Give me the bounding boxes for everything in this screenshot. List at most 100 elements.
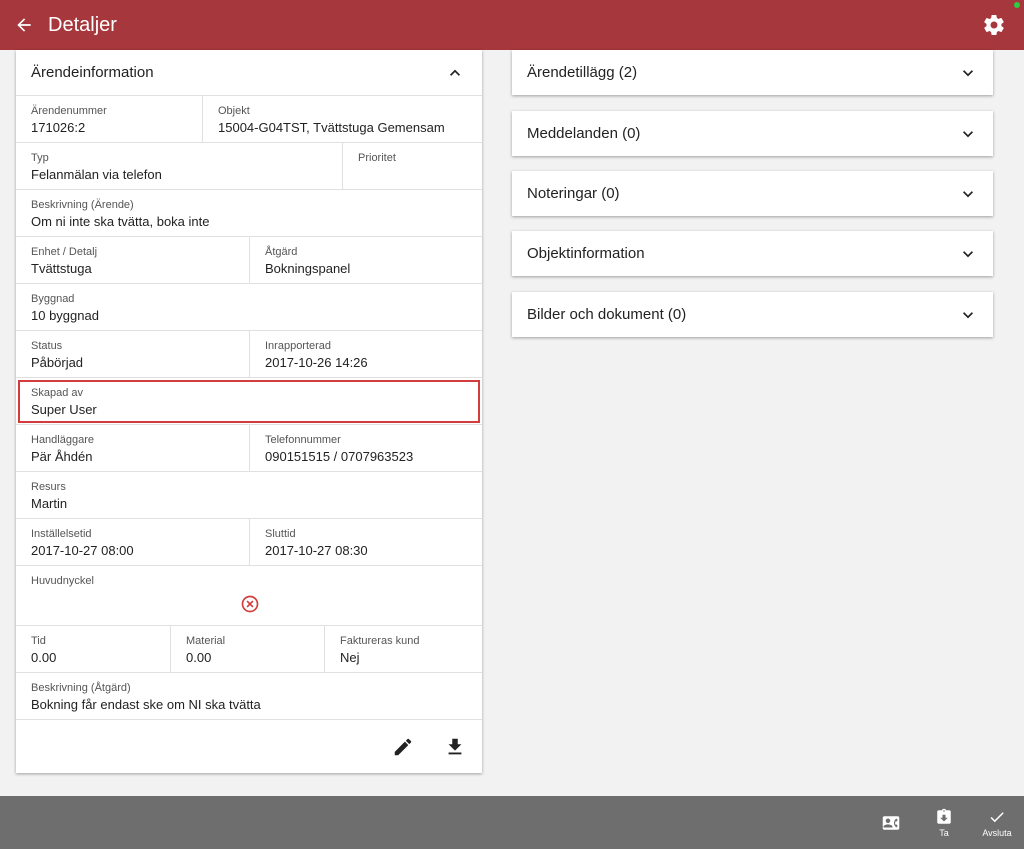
bill-customer-field: Faktureras kund Nej [324,626,482,672]
field-row: Byggnad 10 byggnad [16,284,482,331]
field-value: Felanmälan via telefon [31,167,162,182]
field-label: Handläggare [31,434,94,446]
field-value: Pär Åhdén [31,449,93,464]
phone-field: Telefonnummer 090151515 / 0707963523 [249,425,482,471]
contact-card-icon [882,815,900,830]
description-field: Beskrivning (Ärende) Om ni inte ska tvät… [16,190,482,236]
panel-title: Bilder och dokument (0) [527,306,687,323]
field-value: Martin [31,496,68,511]
chevron-down-icon [963,130,973,137]
field-value: 2017-10-27 08:30 [265,543,368,558]
field-row: Ärendenummer 171026:2 Objekt 15004-G04TS… [16,96,482,143]
field-value: 10 byggnad [31,308,99,323]
field-value: 0.00 [31,650,57,665]
case-info-title: Ärendeinformation [31,64,154,81]
type-field: Typ Felanmälan via telefon [16,143,342,189]
contact-button[interactable] [876,796,906,849]
card-actions [16,721,482,773]
status-field: Status Påbörjad [16,331,249,377]
set-time-field: Inställelsetid 2017-10-27 08:00 [16,519,249,565]
panel-title: Ärendetillägg (2) [527,64,638,81]
panel-messages[interactable]: Meddelanden (0) [512,111,993,156]
field-value: 0.00 [186,650,212,665]
field-label: Skapad av [31,387,83,399]
field-row: Enhet / Detalj Tvättstuga Åtgärd Bokning… [16,237,482,284]
take-label: Ta [939,827,949,838]
cancel-circle-icon [241,595,259,613]
case-info-header[interactable]: Ärendeinformation [16,50,482,96]
chevron-down-icon [963,311,973,318]
panel-case-additions[interactable]: Ärendetillägg (2) [512,50,993,95]
panel-notes[interactable]: Noteringar (0) [512,171,993,216]
action-field: Åtgärd Bokningspanel [249,237,482,283]
app-bar: Detaljer [0,0,1024,50]
time-field: Tid 0.00 [16,626,170,672]
status-indicator [1014,2,1020,8]
field-label: Beskrivning (Åtgärd) [31,682,131,694]
panel-title: Meddelanden (0) [527,125,641,142]
field-row: Handläggare Pär Åhdén Telefonnummer 0901… [16,425,482,472]
field-row: Inställelsetid 2017-10-27 08:00 Sluttid … [16,519,482,566]
field-label: Objekt [218,105,250,117]
field-row: Typ Felanmälan via telefon Prioritet [16,143,482,190]
field-row: Status Påbörjad Inrapporterad 2017-10-26… [16,331,482,378]
end-time-field: Sluttid 2017-10-27 08:30 [249,519,482,565]
download-button[interactable] [442,734,468,760]
field-row: Tid 0.00 Material 0.00 Faktureras kund N… [16,626,482,673]
field-value: Bokning får endast ske om NI ska tvätta [31,697,261,712]
check-icon [990,811,1004,822]
back-button[interactable] [0,0,48,50]
object-field: Objekt 15004-G04TST, Tvättstuga Gemensam [202,96,482,142]
chevron-down-icon [963,250,973,257]
case-info-card: Ärendeinformation Ärendenummer 171026:2 … [16,50,482,773]
field-label: Faktureras kund [340,635,420,647]
page-title: Detaljer [48,13,117,36]
field-value: Tvättstuga [31,261,92,276]
reported-field: Inrapporterad 2017-10-26 14:26 [249,331,482,377]
field-label: Sluttid [265,528,296,540]
panel-images-documents[interactable]: Bilder och dokument (0) [512,292,993,337]
edit-button[interactable] [390,734,416,760]
finish-button[interactable]: Avsluta [977,796,1017,849]
field-label: Inställelsetid [31,528,92,540]
chevron-up-icon[interactable] [443,61,467,85]
field-label: Huvudnyckel [31,575,94,587]
field-value: 090151515 / 0707963523 [265,449,414,464]
settings-button[interactable] [982,13,1006,37]
field-value: Bokningspanel [265,261,351,276]
building-field: Byggnad 10 byggnad [16,284,482,330]
field-label: Typ [31,152,49,164]
case-number-field: Ärendenummer 171026:2 [16,96,202,142]
panel-object-info[interactable]: Objektinformation [512,231,993,276]
take-button[interactable]: Ta [929,796,959,849]
field-value: Om ni inte ska tvätta, boka inte [31,214,210,229]
field-label: Telefonnummer [265,434,341,446]
chevron-down-icon [963,190,973,197]
gear-icon [984,15,1004,36]
panel-title: Noteringar (0) [527,185,620,202]
bottom-action-bar: Ta Avsluta [0,796,1024,849]
field-label: Prioritet [358,152,396,164]
action-description-field: Beskrivning (Åtgärd) Bokning får endast … [16,673,482,719]
field-value: 171026:2 [31,120,86,135]
field-row: Skapad av Super User [16,378,482,425]
resource-field: Resurs Martin [16,472,482,518]
clipboard-download-icon [937,808,951,824]
field-label: Resurs [31,481,66,493]
field-label: Status [31,340,63,352]
panel-title: Objektinformation [527,245,645,262]
field-label: Inrapporterad [265,340,332,352]
created-by-field: Skapad av Super User [16,378,482,424]
field-value: Nej [340,650,360,665]
unit-field: Enhet / Detalj Tvättstuga [16,237,249,283]
field-value: Super User [31,402,97,417]
arrow-left-icon [17,18,31,32]
priority-field: Prioritet [342,143,482,189]
field-row: Beskrivning (Åtgärd) Bokning får endast … [16,673,482,720]
field-label: Ärendenummer [31,105,107,117]
field-label: Beskrivning (Ärende) [31,199,134,211]
handler-field: Handläggare Pär Åhdén [16,425,249,471]
chevron-down-icon [963,69,973,76]
field-value: 2017-10-26 14:26 [265,355,368,370]
field-value: 15004-G04TST, Tvättstuga Gemensam [218,120,445,135]
